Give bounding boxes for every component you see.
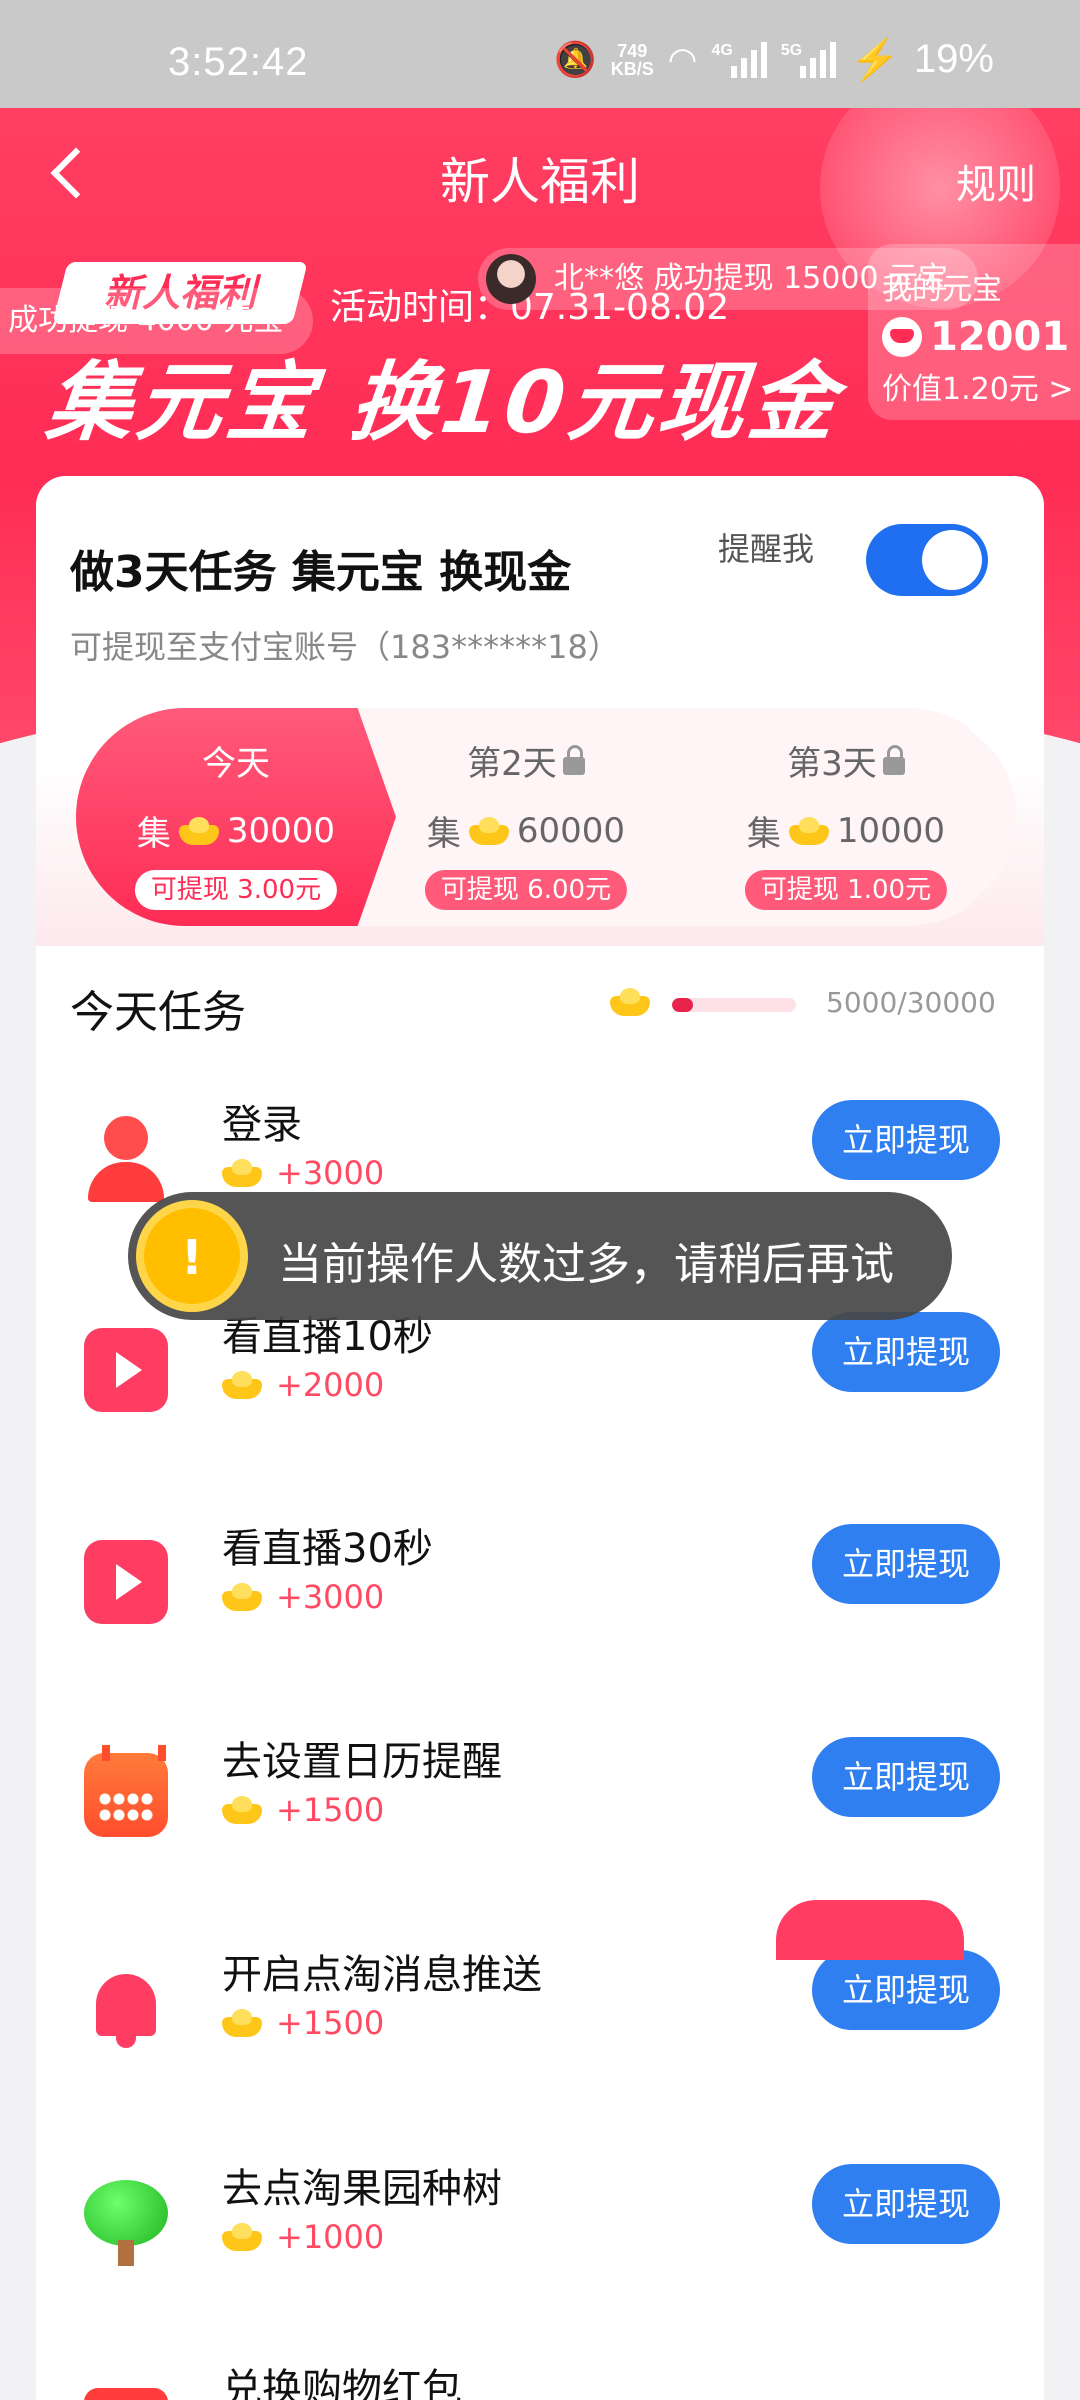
collect-prefix: 集 [136, 814, 171, 854]
charging-icon: ⚡ [850, 38, 900, 82]
ingot-icon [788, 816, 829, 845]
network-4g-label: 4G [711, 41, 733, 59]
page-title: 新人福利 [440, 153, 640, 211]
my-yuanbao-card[interactable]: 我的元宝 12001 价值1.20元 > [868, 244, 1080, 420]
ingot-icon [222, 1583, 262, 1611]
withdraw-button[interactable]: 立即提现 [812, 2164, 1000, 2244]
reward-amount: +1500 [276, 1791, 385, 1829]
lock-icon [562, 744, 585, 775]
task-reward: +1500 [222, 1791, 384, 1829]
progress-fill [672, 998, 693, 1012]
my-yuanbao-label: 我的元宝 [882, 272, 1002, 307]
status-bar: 3:52:42 🔕 749 KB/S ◠ 4G 5G ⚡ 19% [0, 0, 1080, 108]
task-name: 登录 [222, 1102, 302, 1148]
avatar [486, 254, 536, 304]
task-row-orchard: 去点淘果园种树 +1000 立即提现 [36, 2136, 1044, 2336]
ingot-icon [610, 988, 650, 1016]
day-amount: 60000 [516, 810, 626, 851]
reward-amount: +3000 [276, 1578, 385, 1616]
signal-4g-icon: 4G [711, 41, 767, 78]
ingot-icon [222, 1371, 262, 1399]
remind-toggle[interactable] [866, 524, 988, 596]
play-icon [84, 1328, 168, 1412]
withdraw-button[interactable]: 立即提现 [812, 1524, 1000, 1604]
ingot-icon [178, 816, 219, 845]
alipay-account-text: 可提现至支付宝账号（183******18） [70, 628, 620, 666]
signal-5g-icon: 5G [780, 41, 837, 78]
day-name: 第2天 [467, 744, 557, 784]
task-name: 去设置日历提醒 [222, 1739, 502, 1785]
ingot-icon [222, 2223, 262, 2251]
reward-amount: +2000 [276, 1366, 385, 1404]
banner-headline: 集元宝 换10元现金 [41, 353, 844, 453]
task-row-live-30s: 看直播30秒 +3000 立即提现 [36, 1496, 1044, 1696]
error-toast: 当前操作人数过多，请稍后再试 [128, 1192, 952, 1320]
partial-action-button[interactable] [776, 1900, 964, 1960]
toggle-knob [922, 530, 982, 590]
today-tasks-title: 今天任务 [70, 987, 246, 1038]
net-speed: 749 KB/S [611, 42, 654, 78]
task-row-calendar: 去设置日历提醒 +1500 立即提现 [36, 1709, 1044, 1909]
day-3-tab[interactable]: 第3天 集 10000 可提现 1.00元 [676, 708, 1016, 926]
net-speed-unit: KB/S [610, 58, 654, 79]
day-cash-badge: 可提现 6.00元 [424, 870, 628, 910]
day-amount: 10000 [836, 810, 946, 851]
tree-icon [84, 2180, 168, 2266]
task-card: 做3天任务 集元宝 换现金 可提现至支付宝账号（183******18） 提醒我… [36, 476, 1044, 2400]
task-reward: +2000 [222, 1366, 384, 1404]
card-title: 做3天任务 集元宝 换现金 [70, 547, 572, 598]
ingot-icon [222, 1159, 262, 1187]
task-name: 看直播30秒 [222, 1526, 433, 1572]
lock-icon [882, 744, 905, 775]
day-cash-badge: 可提现 3.00元 [134, 870, 338, 910]
task-reward: +3000 [222, 1154, 384, 1192]
day-today-tab[interactable]: 今天 集 30000 可提现 3.00元 [76, 708, 396, 926]
progress-text: 5000/30000 [826, 986, 996, 1019]
yuanbao-icon [882, 317, 922, 357]
ingot-icon [222, 2009, 262, 2037]
play-icon [84, 1540, 168, 1624]
day-name: 今天 [202, 744, 270, 784]
collect-prefix: 集 [426, 814, 461, 854]
calendar-icon [84, 1745, 168, 1837]
withdraw-button[interactable]: 立即提现 [812, 1737, 1000, 1817]
my-yuanbao-value: 价值1.20元 > [882, 372, 1074, 407]
mute-icon: 🔕 [554, 40, 597, 79]
battery-level: 19% [913, 37, 994, 81]
withdraw-button[interactable]: 立即提现 [812, 1950, 1000, 2030]
reward-amount: +1500 [276, 2004, 385, 2042]
day-cash-badge: 可提现 1.00元 [744, 870, 948, 910]
warning-icon [136, 1200, 248, 1312]
task-row-red-packet: 兑换购物红包 [36, 2348, 1044, 2400]
ingot-icon [222, 1796, 262, 1824]
bell-icon [84, 1966, 168, 2050]
my-yuanbao-amount: 12001 [930, 314, 1070, 360]
task-name: 开启点淘消息推送 [222, 1952, 542, 1998]
red-packet-icon [84, 2388, 168, 2400]
status-icons: 🔕 749 KB/S ◠ 4G 5G ⚡ 19% [554, 36, 994, 83]
task-reward: +1000 [222, 2218, 384, 2256]
task-name: 兑换购物红包 [222, 2366, 462, 2400]
reward-amount: +1000 [276, 2218, 385, 2256]
task-reward: +3000 [222, 1578, 384, 1616]
remind-label: 提醒我 [718, 530, 815, 568]
task-name: 去点淘果园种树 [222, 2166, 502, 2212]
wifi-icon: ◠ [667, 40, 698, 79]
withdraw-button[interactable]: 立即提现 [812, 1100, 1000, 1180]
ingot-icon [468, 816, 509, 845]
day-amount: 30000 [226, 810, 336, 851]
reward-amount: +3000 [276, 1154, 385, 1192]
status-time: 3:52:42 [168, 40, 309, 84]
toast-message: 当前操作人数过多，请稍后再试 [278, 1239, 894, 1290]
progress-bar [672, 998, 796, 1012]
withdraw-button[interactable]: 立即提现 [812, 1312, 1000, 1392]
net-speed-value: 749 [617, 40, 648, 61]
task-reward: +1500 [222, 2004, 384, 2042]
rules-link[interactable]: 规则 [956, 152, 1036, 210]
day-name: 第3天 [787, 744, 877, 784]
network-5g-label: 5G [780, 41, 803, 59]
user-icon [84, 1116, 168, 1202]
collect-prefix: 集 [746, 814, 781, 854]
